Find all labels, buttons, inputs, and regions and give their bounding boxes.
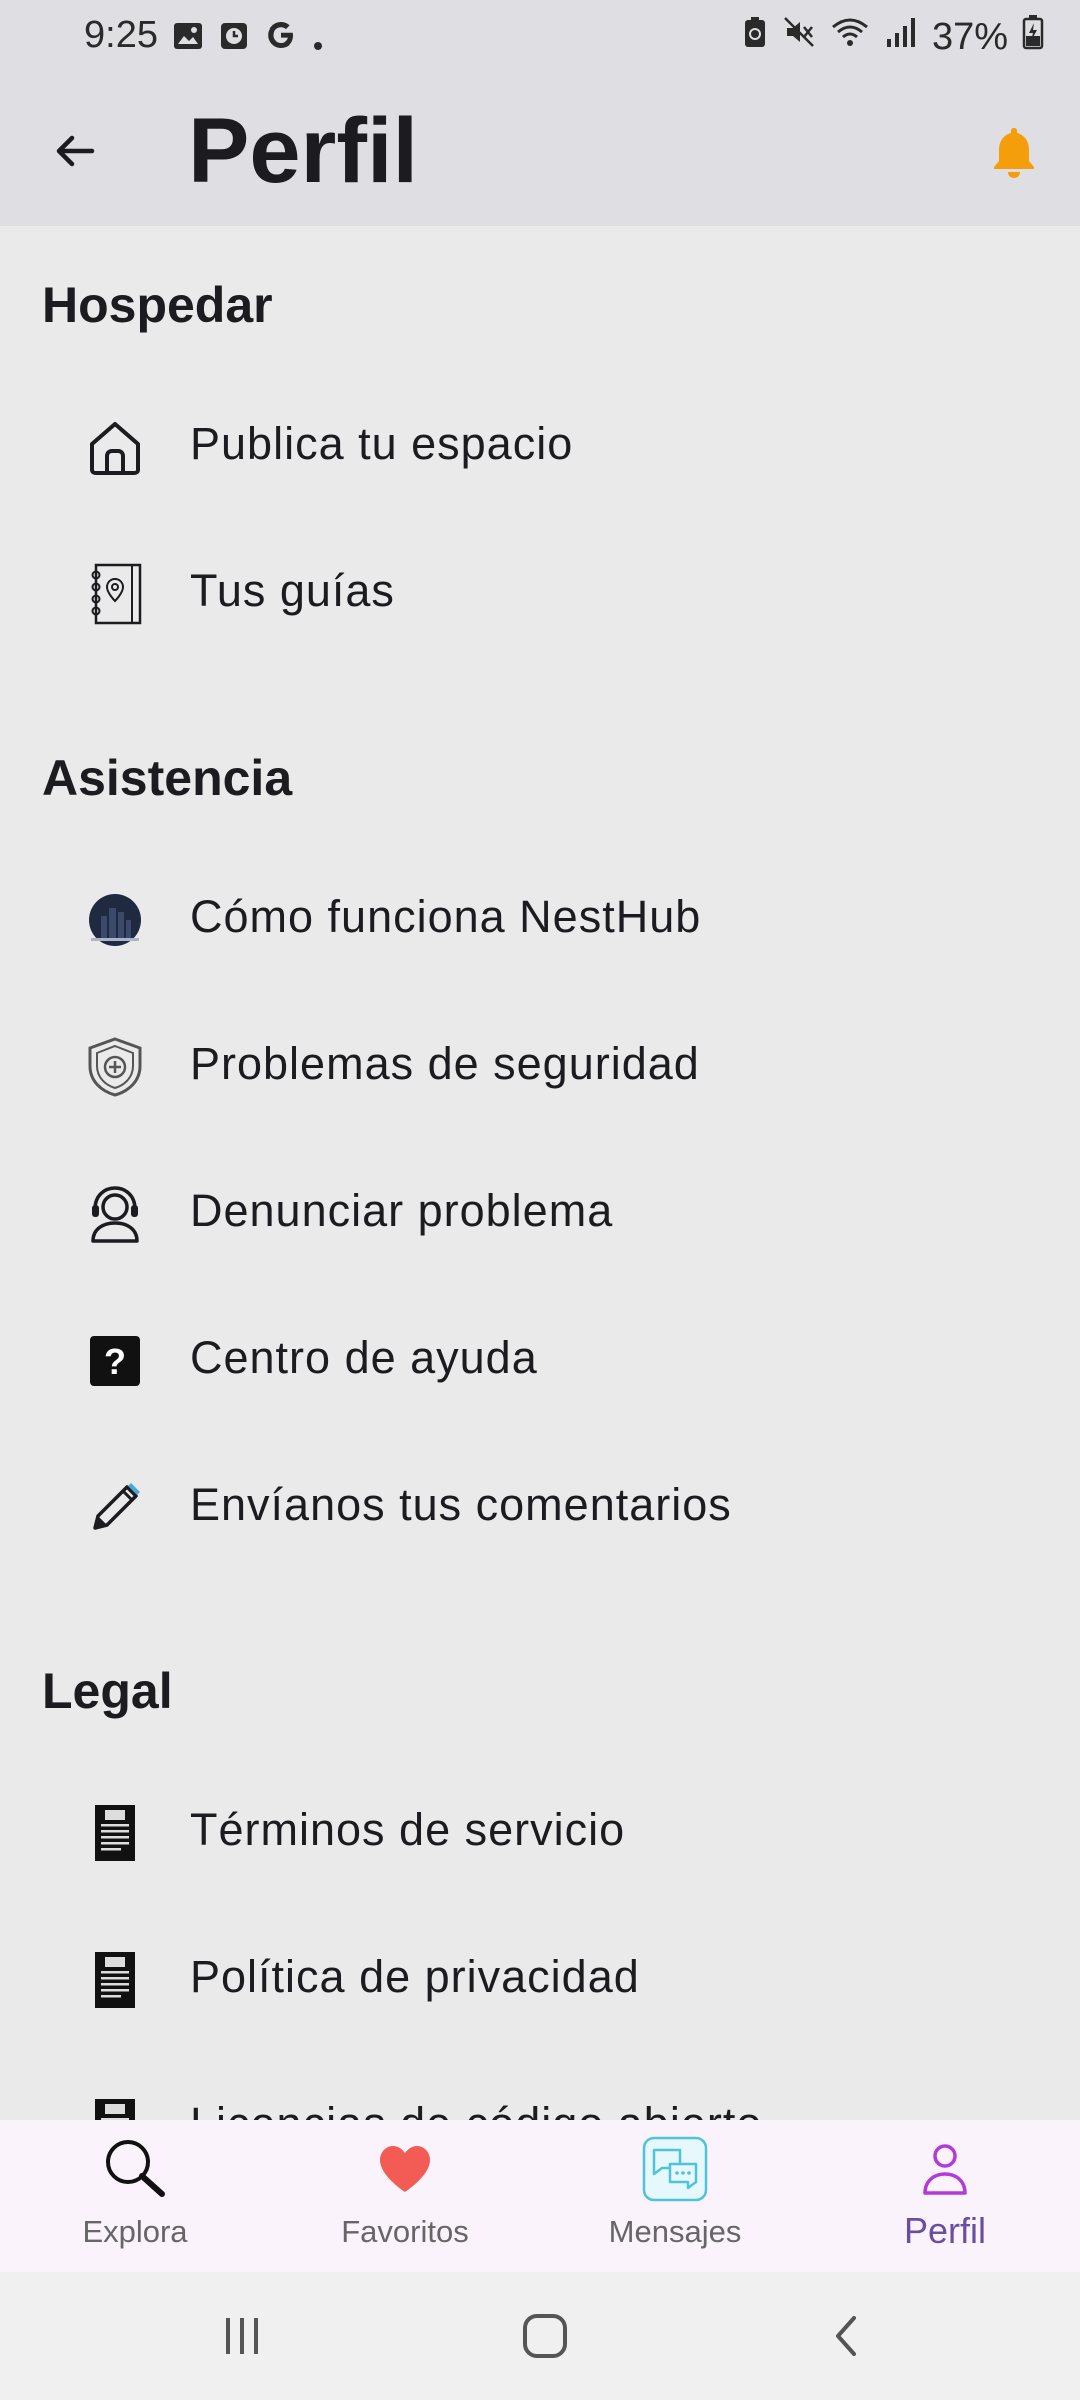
chevron-left-icon [836, 2316, 856, 2356]
home-icon [80, 412, 150, 482]
system-navigation-bar [0, 2272, 1080, 2400]
guidebook-icon [80, 559, 150, 629]
menu-item-tus-guias[interactable]: Tus guías [0, 529, 1080, 649]
support-agent-icon [80, 1179, 150, 1249]
document-icon [80, 1798, 150, 1868]
section-title-hospedar: Hospedar [42, 277, 273, 333]
menu-item-label: Centro de ayuda [190, 1332, 538, 1383]
svg-text:?: ? [104, 1341, 126, 1382]
mute-icon [782, 15, 816, 59]
system-back-button[interactable] [818, 2306, 878, 2366]
menu-item-licencias[interactable]: Licencias de código abierto [0, 2062, 1080, 2120]
recents-icon [226, 2318, 258, 2354]
shield-icon [80, 1032, 150, 1102]
nav-label: Perfil [903, 2210, 987, 2251]
pencil-icon [80, 1473, 150, 1543]
menu-item-label: Envíanos tus comentarios [190, 1479, 732, 1530]
nav-label: Explora [82, 2214, 188, 2249]
app-bar: Perfil [0, 76, 1080, 226]
menu-item-label: Denunciar problema [190, 1185, 614, 1236]
menu-item-centro-ayuda[interactable]: ? Centro de ayuda [0, 1296, 1080, 1416]
google-icon [264, 18, 298, 62]
back-button[interactable] [40, 116, 110, 186]
section-title-legal: Legal [42, 1663, 173, 1719]
top-bar: 9:25 37% Perfil [0, 0, 1080, 226]
more-notifications-dot [312, 19, 324, 62]
person-icon [910, 2134, 980, 2204]
bottom-navigation: Explora Favoritos Mensajes Perfil [0, 2120, 1080, 2272]
menu-item-label: Política de privacidad [190, 1951, 640, 2002]
image-notification-icon [172, 19, 204, 62]
menu-item-label: Publica tu espacio [190, 418, 574, 469]
clock-notification-icon [218, 19, 250, 62]
menu-item-label: Términos de servicio [190, 1804, 626, 1855]
status-bar: 9:25 37% [0, 0, 1080, 76]
profile-menu: Hospedar Publica tu espacio Tus guías As… [0, 226, 1080, 2120]
search-icon [100, 2134, 170, 2204]
section-title-asistencia: Asistencia [42, 750, 293, 806]
nav-favoritos[interactable]: Favoritos [270, 2120, 540, 2272]
document-icon [80, 1945, 150, 2015]
menu-item-como-funciona[interactable]: Cómo funciona NestHub [0, 855, 1080, 975]
nav-label: Favoritos [341, 2214, 469, 2249]
battery-icon [1022, 14, 1044, 60]
nav-mensajes[interactable]: Mensajes [540, 2120, 810, 2272]
arrow-left-icon [56, 135, 95, 167]
page-title: Perfil [188, 100, 419, 202]
help-icon: ? [80, 1326, 150, 1396]
nav-perfil[interactable]: Perfil [810, 2120, 1080, 2272]
notification-icons [172, 18, 324, 62]
home-square-icon [523, 2314, 567, 2358]
nav-explora[interactable]: Explora [0, 2120, 270, 2272]
notifications-button[interactable] [984, 120, 1044, 184]
status-right: 37% [742, 14, 1044, 60]
menu-item-publica-tu-espacio[interactable]: Publica tu espacio [0, 382, 1080, 502]
document-icon [80, 2092, 150, 2120]
menu-item-label: Tus guías [190, 565, 395, 616]
wifi-icon [830, 15, 870, 59]
menu-item-terminos[interactable]: Términos de servicio [0, 1768, 1080, 1888]
menu-item-label: Problemas de seguridad [190, 1038, 700, 1089]
nesthub-logo-icon [80, 885, 150, 955]
battery-percent: 37% [931, 15, 1008, 58]
menu-item-comentarios[interactable]: Envíanos tus comentarios [0, 1443, 1080, 1563]
home-button[interactable] [515, 2306, 575, 2366]
bell-icon [994, 128, 1034, 178]
recent-apps-button[interactable] [212, 2306, 272, 2366]
status-time: 9:25 [84, 14, 158, 56]
chat-icon [640, 2134, 710, 2204]
signal-icon [884, 15, 918, 59]
menu-item-privacidad[interactable]: Política de privacidad [0, 1915, 1080, 2035]
nav-label: Mensajes [608, 2214, 742, 2249]
menu-item-problemas-seguridad[interactable]: Problemas de seguridad [0, 1002, 1080, 1122]
menu-item-label: Cómo funciona NestHub [190, 891, 702, 942]
heart-icon [370, 2134, 440, 2204]
screen: 9:25 37% Perfil Hospedar Publica tu espa… [0, 0, 1080, 2400]
menu-item-denunciar-problema[interactable]: Denunciar problema [0, 1149, 1080, 1269]
menu-item-label: Licencias de código abierto [190, 2098, 762, 2120]
battery-saver-icon [742, 15, 768, 59]
